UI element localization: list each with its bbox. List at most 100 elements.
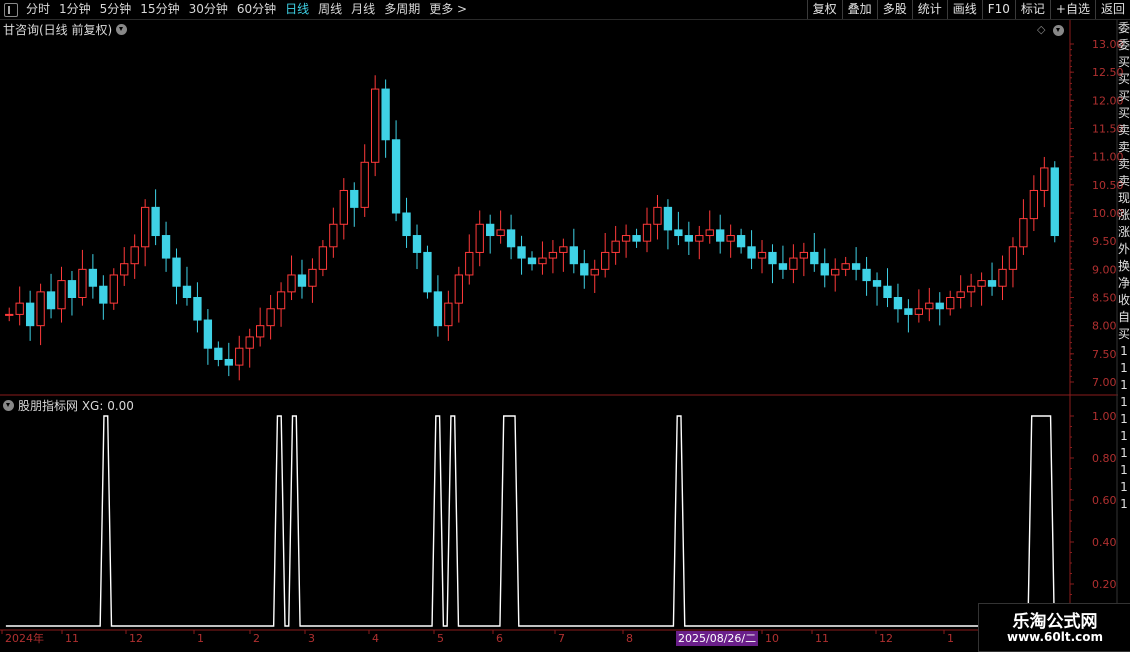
candle-body [454, 274, 463, 304]
candle-body [768, 251, 777, 265]
candle-body [862, 268, 871, 282]
price-tick-label: 8.00 [1092, 320, 1117, 333]
candle-body [172, 257, 181, 287]
time-tick-label: 6 [496, 632, 503, 645]
candle-body [266, 308, 275, 327]
price-tick-label: 7.50 [1092, 348, 1117, 361]
side-panel-label: 自 [1118, 310, 1130, 324]
quote-side-panel: 委委买买买买卖卖卖卖现涨涨外换净收自买1111111111 [1118, 20, 1130, 630]
candle-body [674, 229, 683, 237]
candle-body [1008, 246, 1018, 270]
candle-body [684, 235, 693, 242]
side-panel-label: 卖 [1118, 140, 1130, 154]
indicator-tick-label: 0.60 [1092, 494, 1117, 507]
candle-body [130, 246, 139, 265]
candle-body [726, 235, 735, 242]
xg-signal-line [5, 415, 1059, 627]
candle-body [569, 246, 578, 265]
candle-body [527, 257, 537, 265]
candle-body [1040, 167, 1049, 191]
side-panel-label: 委 [1118, 38, 1130, 52]
side-panel-label: 卖 [1118, 174, 1130, 188]
candle-body [287, 274, 296, 293]
side-panel-label: 1 [1120, 480, 1128, 494]
candle-body [140, 206, 150, 248]
candle-body [810, 251, 819, 265]
candle-body [350, 189, 359, 208]
time-tick-label: 12 [879, 632, 893, 645]
candle-body [621, 235, 631, 242]
candle-body [276, 291, 286, 310]
candle-body [841, 263, 850, 270]
side-panel-label: 换 [1118, 259, 1130, 273]
candle-body [778, 263, 788, 270]
candle-body [736, 235, 746, 248]
time-tick-label: 10 [765, 632, 779, 645]
diamond-icon[interactable]: ◇ [1037, 23, 1045, 36]
side-panel-label: 1 [1120, 463, 1128, 477]
side-panel-label: 1 [1120, 446, 1128, 460]
candle-body [235, 347, 244, 366]
candle-body [360, 161, 369, 208]
side-panel-label: 1 [1120, 497, 1128, 511]
candle-body [580, 263, 589, 276]
candle-body [402, 212, 411, 237]
cursor-date-tag: 2025/08/26/二 [676, 631, 759, 646]
candle-body [15, 302, 24, 315]
candle-body [57, 280, 66, 310]
indicator-dropdown-icon[interactable] [3, 399, 14, 411]
side-panel-label: 委 [1118, 21, 1130, 35]
price-tick-label: 8.50 [1092, 292, 1117, 305]
candle-body [559, 246, 568, 253]
time-tick-label: 12 [129, 632, 143, 645]
price-tick-label: 7.00 [1092, 376, 1117, 389]
candle-body [998, 268, 1007, 287]
candle-body [109, 274, 118, 304]
candle-body [486, 223, 495, 237]
side-panel-label: 1 [1120, 344, 1128, 358]
candle-body [893, 297, 903, 310]
candle-body [820, 263, 829, 276]
side-panel-label: 卖 [1118, 157, 1130, 171]
side-panel-label: 1 [1120, 412, 1128, 426]
candle-body [517, 246, 526, 259]
candle-body [36, 291, 45, 327]
candle-body [705, 229, 714, 237]
candle-body [851, 263, 861, 270]
candle-body [946, 297, 955, 310]
candle-body [987, 280, 997, 287]
candle-body [318, 246, 328, 270]
indicator-title-row: 股朋指标网 XG: 0.00 [3, 397, 134, 413]
candle-body [308, 268, 317, 287]
dropdown-icon[interactable] [116, 23, 128, 35]
side-panel-label: 买 [1118, 106, 1130, 120]
time-tick-label: 4 [372, 632, 379, 645]
candle-body [966, 285, 976, 293]
candle-body [203, 319, 213, 349]
time-tick-label: 2 [253, 632, 260, 645]
candle-body [339, 189, 348, 225]
side-panel-label: 1 [1120, 378, 1128, 392]
side-panel-label: 1 [1120, 361, 1128, 375]
candle-body [632, 235, 641, 242]
candle-body [872, 280, 882, 287]
time-tick-label: 7 [558, 632, 565, 645]
side-panel-label: 净 [1118, 276, 1130, 290]
indicator-tick-label: 0.40 [1092, 536, 1117, 549]
candle-body [371, 88, 380, 163]
candle-body [193, 297, 202, 321]
candle-body [46, 291, 56, 310]
candle-body [214, 347, 223, 360]
candle-body [747, 246, 756, 259]
candle-body [465, 251, 474, 276]
candle-body [182, 285, 192, 299]
candle-body [1019, 218, 1028, 248]
candle-body [496, 229, 505, 237]
candle-body [757, 251, 767, 259]
chart-menu-icon[interactable] [1053, 25, 1064, 36]
candle-body [25, 302, 35, 327]
side-panel-label: 收 [1118, 293, 1130, 307]
watermark-title: 乐淘公式网 [1012, 612, 1098, 632]
stock-chart[interactable]: 13.0012.5012.0011.5011.0010.5010.009.509… [0, 0, 1130, 650]
side-panel-label: 现 [1118, 191, 1130, 205]
